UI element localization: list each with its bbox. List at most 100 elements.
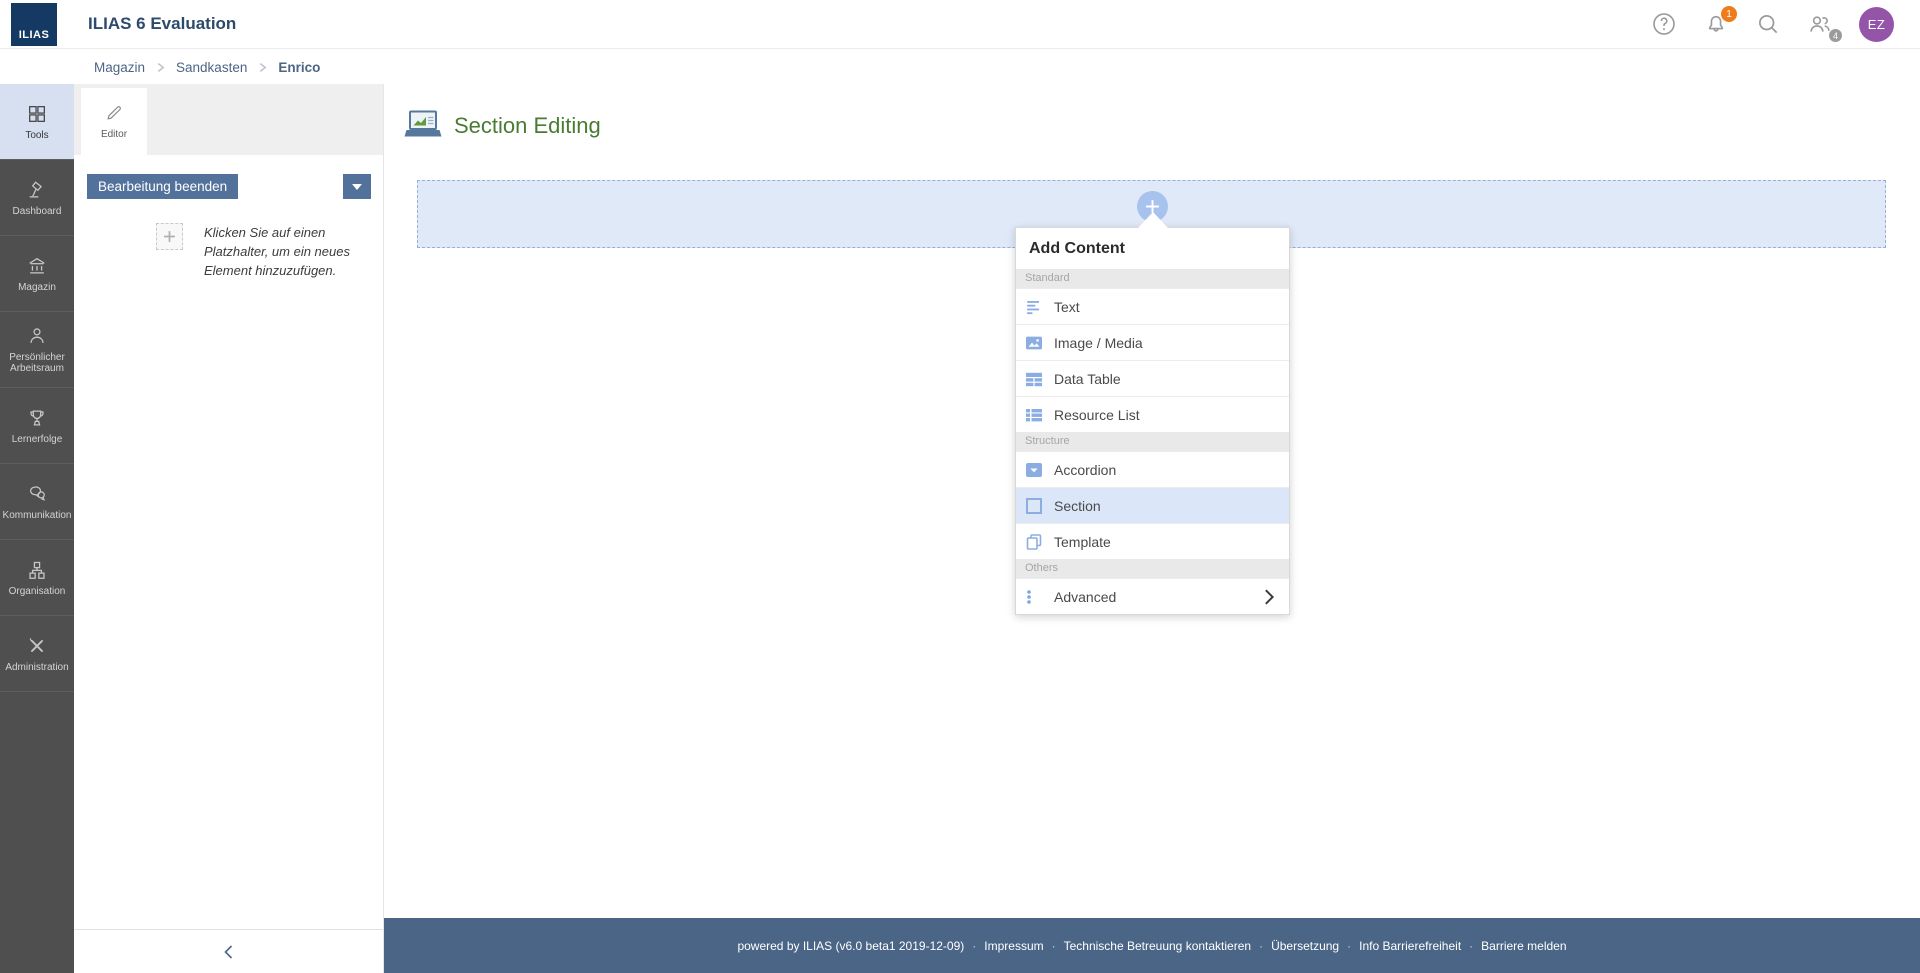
breadcrumb-item-sandkasten[interactable]: Sandkasten — [176, 60, 247, 75]
main-content: Section Editing Add Content Standard Tex… — [384, 84, 1920, 918]
accordion-icon — [1025, 461, 1043, 479]
ilias-logo-text: ILIAS — [19, 29, 50, 41]
person-icon — [26, 325, 48, 347]
menu-item-advanced[interactable]: Advanced — [1016, 578, 1289, 614]
chevron-right-icon — [155, 62, 166, 73]
editor-actions: Bearbeitung beenden — [74, 174, 383, 199]
sidebar-item-label: Tools — [23, 130, 50, 141]
placeholder-hint-text: Klicken Sie auf einen Platzhalter, um ei… — [204, 223, 364, 280]
pencil-icon — [104, 103, 124, 123]
notifications-button[interactable]: 1 — [1703, 11, 1729, 37]
notification-count-badge: 1 — [1721, 6, 1737, 22]
list-icon — [1025, 406, 1043, 424]
chevron-right-icon — [257, 62, 268, 73]
menu-item-label: Resource List — [1054, 407, 1140, 423]
sidebar-item-tools[interactable]: Tools — [0, 84, 74, 160]
sidebar-item-label: Magazin — [16, 282, 58, 293]
search-button[interactable] — [1755, 11, 1781, 37]
menu-item-label: Advanced — [1054, 589, 1116, 605]
sidebar-item-label: Dashboard — [11, 206, 64, 217]
plus-icon — [163, 230, 176, 243]
sidebar-item-label: Kommunikation — [1, 510, 74, 521]
chevron-left-icon — [219, 942, 239, 962]
chevron-down-icon — [352, 184, 362, 190]
breadcrumb-item-magazin[interactable]: Magazin — [94, 60, 145, 75]
crossed-tools-icon — [26, 635, 48, 657]
menu-item-accordion[interactable]: Accordion — [1016, 451, 1289, 487]
menu-item-label: Accordion — [1054, 462, 1116, 478]
sidebar-item-label: Persönlicher Arbeitsraum — [0, 352, 74, 374]
menu-item-resource-list[interactable]: Resource List — [1016, 396, 1289, 432]
actions-dropdown-button[interactable] — [343, 174, 371, 199]
tools-grid-icon — [26, 103, 48, 125]
placeholder-hint-row: Klicken Sie auf einen Platzhalter, um ei… — [74, 223, 383, 280]
sidebar-item-magazin[interactable]: Magazin — [0, 236, 74, 312]
table-icon — [1025, 370, 1043, 388]
help-icon — [1651, 11, 1677, 37]
menu-item-label: Image / Media — [1054, 335, 1143, 351]
footer-separator: · — [1052, 939, 1056, 953]
menu-item-label: Template — [1054, 534, 1111, 550]
org-chart-icon — [26, 559, 48, 581]
sidebar-item-label: Organisation — [7, 586, 68, 597]
footer-link-barriere-melden[interactable]: Barriere melden — [1481, 939, 1566, 953]
menu-item-section[interactable]: Section — [1016, 487, 1289, 523]
sidebar-item-dashboard[interactable]: Dashboard — [0, 160, 74, 236]
menu-item-image-media[interactable]: Image / Media — [1016, 324, 1289, 360]
avatar-initials: EZ — [1868, 17, 1886, 32]
footer-link-technische-betreuung[interactable]: Technische Betreuung kontaktieren — [1064, 939, 1251, 953]
text-lines-icon — [1025, 298, 1043, 316]
add-content-popover: Add Content Standard Text — [1015, 227, 1290, 615]
menu-item-text[interactable]: Text — [1016, 288, 1289, 324]
breadcrumb: Magazin Sandkasten Enrico — [0, 50, 1920, 84]
group-label-standard: Standard — [1016, 269, 1289, 288]
menu-item-label: Data Table — [1054, 371, 1121, 387]
sidebar-item-lernerfolge[interactable]: Lernerfolge — [0, 388, 74, 464]
footer-bar: powered by ILIAS (v6.0 beta1 2019-12-09)… — [384, 918, 1920, 973]
kebab-dots-icon — [1025, 588, 1043, 606]
sidebar-item-organisation[interactable]: Organisation — [0, 540, 74, 616]
group-label-others: Others — [1016, 559, 1289, 578]
trophy-icon — [26, 407, 48, 429]
footer-link-info-barrierefreiheit[interactable]: Info Barrierefreiheit — [1359, 939, 1461, 953]
footer-link-uebersetzung[interactable]: Übersetzung — [1271, 939, 1339, 953]
menu-item-label: Section — [1054, 498, 1101, 514]
awareness-count-badge: 4 — [1829, 29, 1842, 42]
template-icon — [1025, 533, 1043, 551]
content-page-icon — [404, 110, 442, 141]
panel-tab-row: Editor — [74, 84, 383, 155]
page-title: Section Editing — [454, 113, 601, 139]
tab-editor-label: Editor — [101, 129, 127, 140]
footer-link-powered-by[interactable]: powered by ILIAS (v6.0 beta1 2019-12-09) — [737, 939, 964, 953]
sidebar-item-label: Lernerfolge — [10, 434, 65, 445]
awareness-button[interactable]: 4 — [1807, 11, 1833, 37]
search-icon — [1755, 11, 1781, 37]
section-icon — [1025, 497, 1043, 515]
breadcrumb-item-enrico[interactable]: Enrico — [278, 60, 320, 75]
menu-item-template[interactable]: Template — [1016, 523, 1289, 559]
footer-separator: · — [1259, 939, 1263, 953]
sidebar-item-administration[interactable]: Administration — [0, 616, 74, 692]
user-avatar[interactable]: EZ — [1859, 7, 1894, 42]
bank-building-icon — [26, 255, 48, 277]
sidebar-item-persoenlicher-arbeitsraum[interactable]: Persönlicher Arbeitsraum — [0, 312, 74, 388]
footer-separator: · — [972, 939, 976, 953]
sidebar-item-kommunikation[interactable]: Kommunikation — [0, 464, 74, 540]
tab-editor[interactable]: Editor — [81, 88, 147, 155]
popover-title: Add Content — [1016, 228, 1289, 269]
app-window: ILIAS ILIAS 6 Evaluation 1 — [0, 0, 1920, 973]
main-sidebar: Tools Dashboard Magazin Persönlicher Arb… — [0, 84, 74, 973]
collapse-panel-button[interactable] — [74, 929, 383, 973]
menu-item-data-table[interactable]: Data Table — [1016, 360, 1289, 396]
footer-separator: · — [1347, 939, 1351, 953]
page-header-title: ILIAS 6 Evaluation — [88, 14, 236, 34]
top-header: ILIAS ILIAS 6 Evaluation 1 — [0, 0, 1920, 49]
ilias-logo[interactable]: ILIAS — [11, 3, 57, 46]
sidebar-item-label: Administration — [3, 662, 70, 673]
help-button[interactable] — [1651, 11, 1677, 37]
group-label-structure: Structure — [1016, 432, 1289, 451]
footer-link-impressum[interactable]: Impressum — [984, 939, 1043, 953]
add-placeholder-button[interactable] — [156, 223, 183, 250]
header-icon-bar: 1 4 EZ — [1651, 7, 1894, 42]
finish-editing-button[interactable]: Bearbeitung beenden — [87, 174, 238, 199]
